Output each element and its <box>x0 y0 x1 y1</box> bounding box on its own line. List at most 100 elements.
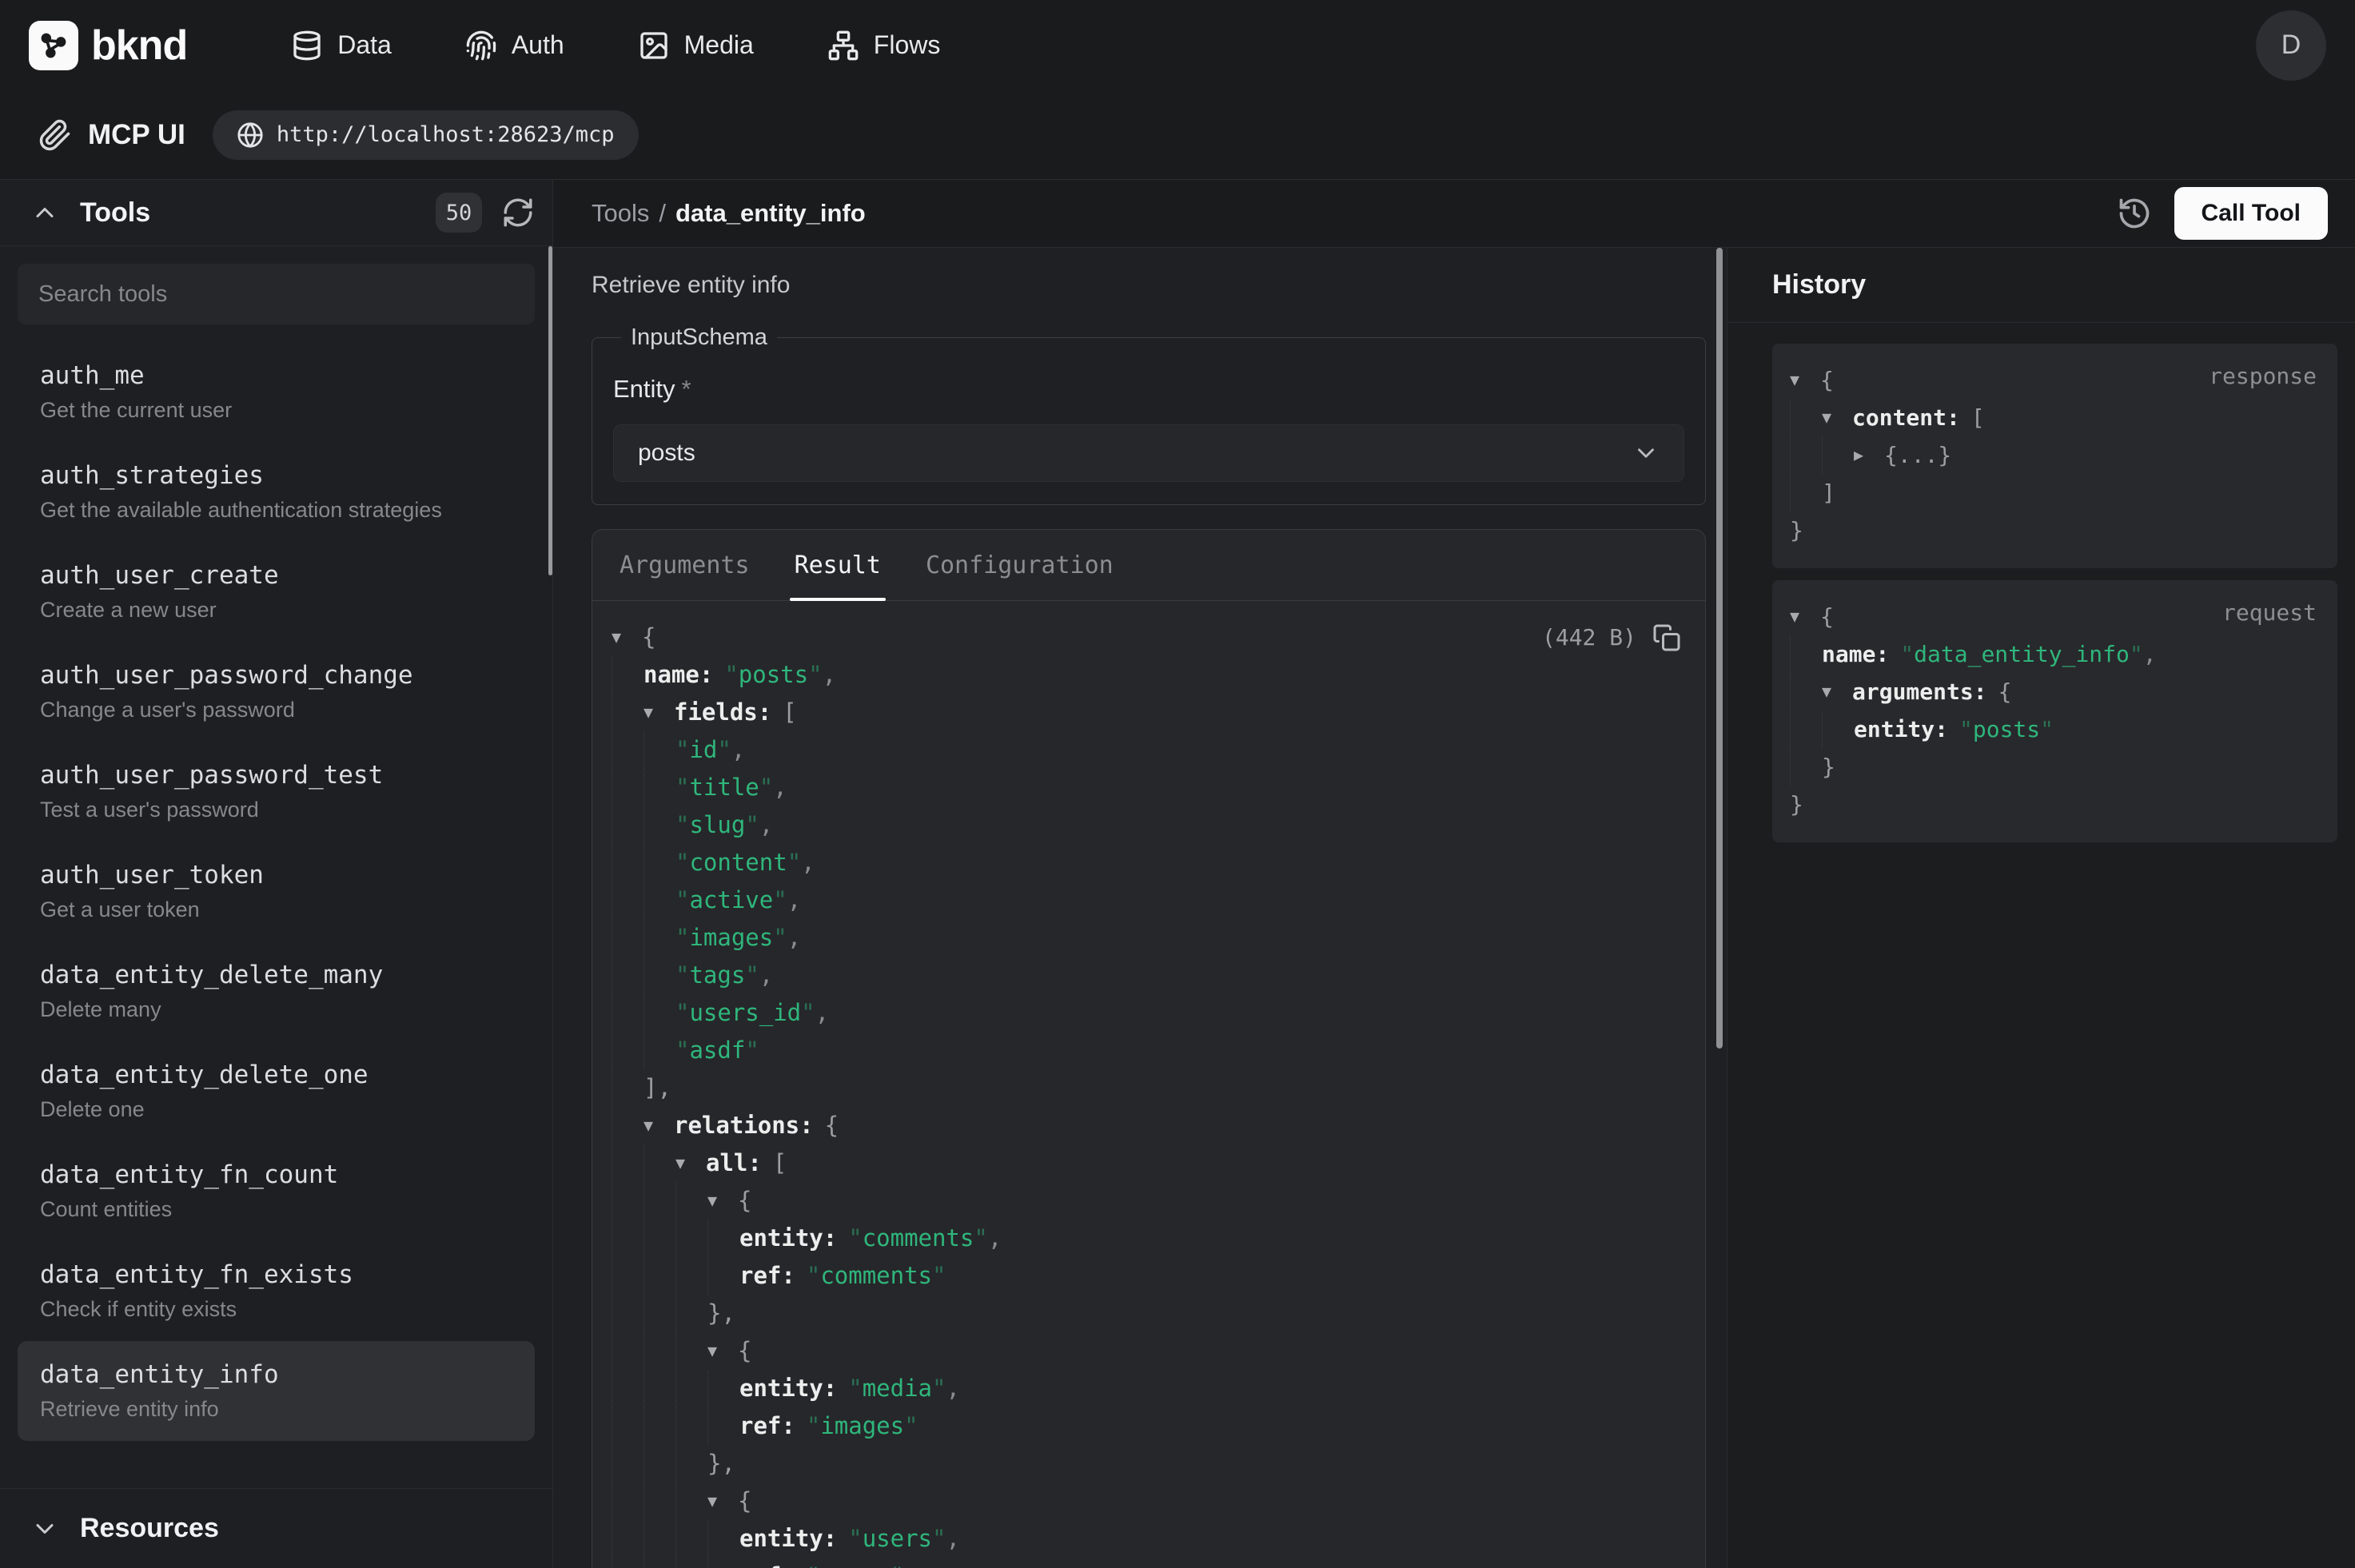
tool-description: Retrieve entity info <box>592 272 1706 299</box>
indent-guide <box>675 1520 707 1558</box>
indent-guide <box>644 1295 675 1332</box>
json-row: "users_id", <box>612 994 1684 1032</box>
entity-select[interactable]: posts <box>613 424 1684 482</box>
history-entry-type: response <box>2209 363 2317 389</box>
expand-icon[interactable]: ▶ <box>1854 436 1884 474</box>
json-row: "active", <box>612 882 1684 919</box>
tool-list-item[interactable]: data_entity_fn_existsCheck if entity exi… <box>18 1241 535 1341</box>
history-entry-card[interactable]: response▼{▼content:[▶{...}]} <box>1772 344 2337 568</box>
json-bracket: [ <box>783 694 796 731</box>
collapse-icon[interactable]: ▼ <box>707 1332 738 1370</box>
indent-guide <box>612 1445 644 1482</box>
indent-guide <box>612 1144 644 1182</box>
indent-guide <box>644 1520 675 1558</box>
history-icon[interactable] <box>2117 196 2152 231</box>
tool-list-item[interactable]: auth_meGet the current user <box>18 342 535 442</box>
result-card: Arguments Result Configuration ▼{name:"p… <box>592 529 1706 1568</box>
tool-list-item[interactable]: data_entity_delete_manyDelete many <box>18 941 535 1041</box>
collapse-icon[interactable]: ▼ <box>644 694 674 731</box>
tool-list-item[interactable]: data_entity_fn_countCount entities <box>18 1141 535 1241</box>
tab-arguments[interactable]: Arguments <box>620 530 750 600</box>
tab-result[interactable]: Result <box>795 530 881 600</box>
tool-name: auth_user_token <box>40 861 512 889</box>
json-key: content: <box>1852 399 1960 436</box>
json-row: } <box>1790 511 2318 549</box>
history-entry-card[interactable]: request▼{name:"data_entity_info",▼argume… <box>1772 580 2337 842</box>
tab-configuration[interactable]: Configuration <box>926 530 1114 600</box>
collapse-icon[interactable]: ▼ <box>612 619 642 656</box>
json-bracket: }, <box>707 1445 735 1482</box>
history-list: response▼{▼content:[▶{...}]}request▼{nam… <box>1727 323 2355 842</box>
json-string-value: content <box>689 844 787 882</box>
nav-item-flows[interactable]: Flows <box>827 30 941 62</box>
content-scrollbar[interactable] <box>1716 248 1723 1049</box>
tool-desc: Get the available authentication strateg… <box>40 498 512 523</box>
resources-section-header[interactable]: Resources <box>0 1488 552 1568</box>
collapse-icon[interactable]: ▼ <box>644 1107 674 1144</box>
json-comma: , <box>823 656 836 694</box>
json-row: ▼{ <box>612 1182 1684 1220</box>
top-navbar: bknd Data Auth Media <box>0 0 2355 90</box>
search-input[interactable] <box>18 264 535 324</box>
indent-guide <box>675 1558 707 1568</box>
nav-label: Media <box>684 30 754 60</box>
primary-nav: Data Auth Media Flows <box>291 30 940 62</box>
indent-guide <box>612 1295 644 1332</box>
indent-guide <box>644 1332 675 1370</box>
history-entry-type: request <box>2222 599 2317 626</box>
json-string-value: active <box>689 882 773 919</box>
json-key: all: <box>706 1144 762 1182</box>
indent-guide <box>612 1182 644 1220</box>
server-url-pill[interactable]: http://localhost:28623/mcp <box>213 110 639 160</box>
tool-list-item[interactable]: auth_strategiesGet the available authent… <box>18 442 535 542</box>
fingerprint-icon <box>465 30 497 62</box>
tool-desc: Delete one <box>40 1097 512 1122</box>
main-header: Tools / data_entity_info Call Tool <box>553 180 2355 248</box>
tool-list-item[interactable]: auth_user_password_testTest a user's pas… <box>18 742 535 842</box>
sidebar-scrollbar[interactable] <box>548 246 552 575</box>
tool-list-item[interactable]: auth_user_password_changeChange a user's… <box>18 642 535 742</box>
bknd-logo[interactable]: bknd <box>29 21 187 70</box>
collapse-icon[interactable]: ▼ <box>707 1482 738 1520</box>
tools-section-header[interactable]: Tools 50 <box>0 180 552 246</box>
collapse-icon[interactable]: ▼ <box>675 1144 706 1182</box>
json-string-value: tags <box>689 957 745 994</box>
nav-item-data[interactable]: Data <box>291 30 392 62</box>
tools-list: auth_meGet the current userauth_strategi… <box>0 246 552 1488</box>
nav-item-auth[interactable]: Auth <box>465 30 564 62</box>
json-row: "tags", <box>612 957 1684 994</box>
indent-guide <box>644 994 675 1032</box>
call-tool-button[interactable]: Call Tool <box>2174 187 2328 240</box>
collapse-icon[interactable]: ▼ <box>1822 673 1852 710</box>
tool-list-item[interactable]: data_entity_infoRetrieve entity info <box>18 1341 535 1441</box>
json-bracket: { <box>738 1482 751 1520</box>
collapse-icon[interactable]: ▼ <box>707 1182 738 1220</box>
tool-list-item[interactable]: auth_user_tokenGet a user token <box>18 842 535 941</box>
json-string-value: posts <box>739 656 808 694</box>
result-tabs: Arguments Result Configuration <box>592 530 1705 601</box>
json-row: name:"posts", <box>612 656 1684 694</box>
json-comma: , <box>988 1220 1002 1257</box>
copy-icon[interactable] <box>1652 623 1681 652</box>
collapse-icon[interactable]: ▼ <box>1790 598 1820 635</box>
indent-guide <box>1790 635 1822 673</box>
indent-guide <box>707 1520 739 1558</box>
json-row: "images", <box>612 919 1684 957</box>
indent-guide <box>644 844 675 882</box>
indent-guide <box>644 1144 675 1182</box>
refresh-icon[interactable] <box>501 196 535 229</box>
bknd-logo-icon <box>29 21 78 70</box>
tool-name: auth_me <box>40 361 512 390</box>
user-avatar[interactable]: D <box>2256 10 2326 81</box>
collapse-icon[interactable]: ▼ <box>1790 361 1820 399</box>
entity-select-value: posts <box>638 440 695 467</box>
tool-list-item[interactable]: auth_user_createCreate a new user <box>18 542 535 642</box>
nav-item-media[interactable]: Media <box>638 30 754 62</box>
tools-title: Tools <box>80 197 150 229</box>
input-schema-legend: InputSchema <box>621 324 777 351</box>
indent-guide <box>612 769 644 806</box>
tool-desc: Check if entity exists <box>40 1297 512 1322</box>
breadcrumb-tools-link[interactable]: Tools <box>592 199 649 228</box>
tool-list-item[interactable]: data_entity_delete_oneDelete one <box>18 1041 535 1141</box>
collapse-icon[interactable]: ▼ <box>1822 399 1852 436</box>
